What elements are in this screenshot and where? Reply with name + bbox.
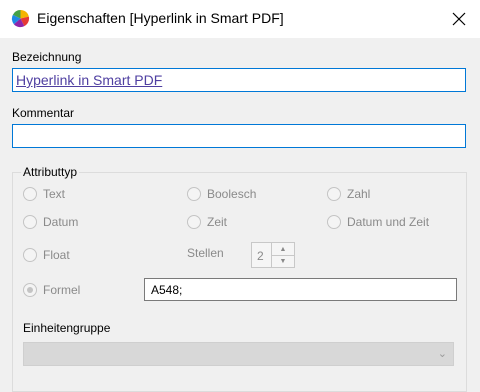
formula-input[interactable]: A548; (144, 278, 457, 301)
kommentar-input[interactable] (12, 124, 466, 148)
radio-indicator (23, 215, 37, 229)
stepper-buttons: ▲ ▼ (271, 243, 294, 267)
window-title: Eigenschaften [Hyperlink in Smart PDF] (37, 10, 284, 26)
radio-label: Formel (43, 283, 81, 297)
radio-float[interactable]: Float (23, 246, 70, 264)
title-bar: Eigenschaften [Hyperlink in Smart PDF] (0, 0, 480, 38)
stellen-label: Stellen (187, 246, 224, 260)
radio-indicator (187, 187, 201, 201)
radio-indicator-selected (23, 283, 37, 297)
radio-zahl[interactable]: Zahl (327, 185, 370, 203)
close-icon[interactable] (446, 6, 472, 32)
radio-indicator (23, 248, 37, 262)
stellen-value: 2 (257, 249, 264, 263)
radio-datum-und-zeit[interactable]: Datum und Zeit (327, 213, 429, 231)
radio-indicator (327, 187, 341, 201)
radio-label: Boolesch (207, 187, 257, 201)
attributtyp-legend: Attributtyp (21, 165, 80, 179)
radio-label: Text (43, 187, 66, 201)
einheitengruppe-label: Einheitengruppe (23, 321, 111, 335)
stepper-down-icon[interactable]: ▼ (272, 255, 294, 267)
radio-label: Zeit (207, 215, 228, 229)
formula-value: A548; (151, 283, 183, 297)
radio-indicator (187, 215, 201, 229)
radio-formel[interactable]: Formel (23, 281, 80, 299)
radio-label: Datum (43, 215, 79, 229)
bezeichnung-label: Bezeichnung (12, 50, 82, 64)
chevron-down-icon: ⌄ (437, 348, 447, 360)
colorful-globe-icon (11, 9, 30, 28)
bezeichnung-input[interactable]: Hyperlink in Smart PDF (12, 68, 466, 92)
radio-label: Float (43, 248, 70, 262)
radio-indicator (23, 187, 37, 201)
stellen-stepper[interactable]: 2 ▲ ▼ (251, 242, 295, 268)
radio-zeit[interactable]: Zeit (187, 213, 227, 231)
radio-label: Datum und Zeit (347, 215, 430, 229)
kommentar-label: Kommentar (12, 106, 75, 120)
einheitengruppe-select[interactable]: ⌄ (23, 342, 454, 366)
radio-boolesch[interactable]: Boolesch (187, 185, 256, 203)
bezeichnung-value: Hyperlink in Smart PDF (16, 72, 163, 88)
radio-indicator (327, 215, 341, 229)
radio-datum[interactable]: Datum (23, 213, 78, 231)
radio-label: Zahl (347, 187, 371, 201)
radio-text[interactable]: Text (23, 185, 65, 203)
